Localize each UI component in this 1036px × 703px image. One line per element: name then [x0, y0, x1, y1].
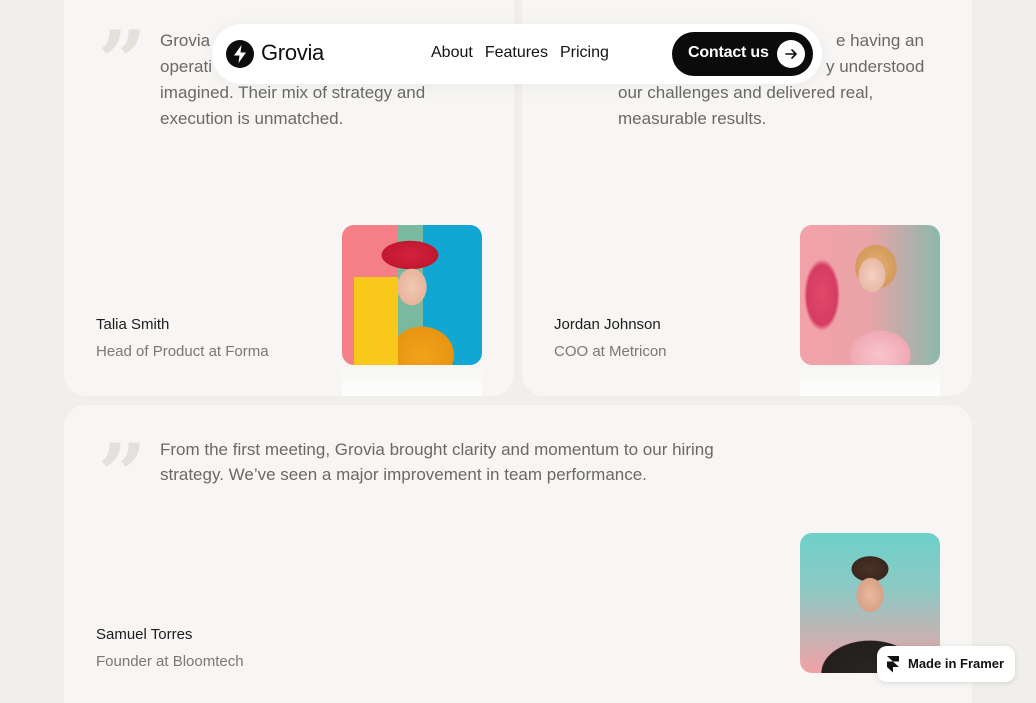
logo-bolt-icon[interactable] [226, 40, 254, 68]
quote-line: y understood [826, 57, 925, 76]
person-role: Founder at Bloomtech [96, 653, 244, 670]
person-name: Samuel Torres [96, 626, 193, 643]
quote-line: strategy. We’ve seen a major improvement… [160, 465, 647, 484]
contact-us-button[interactable]: Contact us [672, 32, 813, 76]
quote-line: Grovia [160, 31, 211, 50]
person-role: COO at Metricon [554, 343, 667, 360]
arrow-right-icon [777, 40, 805, 68]
person-name: Jordan Johnson [554, 316, 661, 333]
avatar-photo [800, 225, 940, 365]
top-navbar: Grovia About Features Pricing Contact us [212, 24, 822, 84]
person-name: Talia Smith [96, 316, 170, 333]
made-in-framer-badge[interactable]: Made in Framer [877, 646, 1015, 682]
framer-icon [886, 656, 900, 678]
quote-line: From the first meeting, Grovia brought c… [160, 440, 714, 459]
nav-link-about[interactable]: About [431, 44, 473, 62]
nav-link-features[interactable]: Features [485, 44, 548, 62]
quote-mark-icon: ” [98, 425, 146, 524]
quote-line: operati [160, 57, 212, 76]
photo-fade [800, 366, 940, 396]
testimonial-card-samuel: ” From the first meeting, Grovia brought… [64, 405, 972, 703]
person-role: Head of Product at Forma [96, 343, 269, 360]
photo-fade [342, 366, 482, 396]
quote-line: execution is unmatched. [160, 109, 344, 128]
contact-us-label: Contact us [688, 44, 769, 61]
quote-mark-icon: ” [98, 12, 146, 111]
avatar-photo [342, 225, 482, 365]
made-in-framer-label: Made in Framer [908, 656, 1005, 671]
photo-backdrop [354, 277, 398, 365]
nav-links: About Features Pricing [431, 44, 609, 62]
nav-link-pricing[interactable]: Pricing [560, 44, 609, 62]
quote-line: e having an [836, 31, 924, 50]
logo-wordmark[interactable]: Grovia [261, 40, 324, 66]
quote-line: measurable results. [618, 109, 767, 128]
